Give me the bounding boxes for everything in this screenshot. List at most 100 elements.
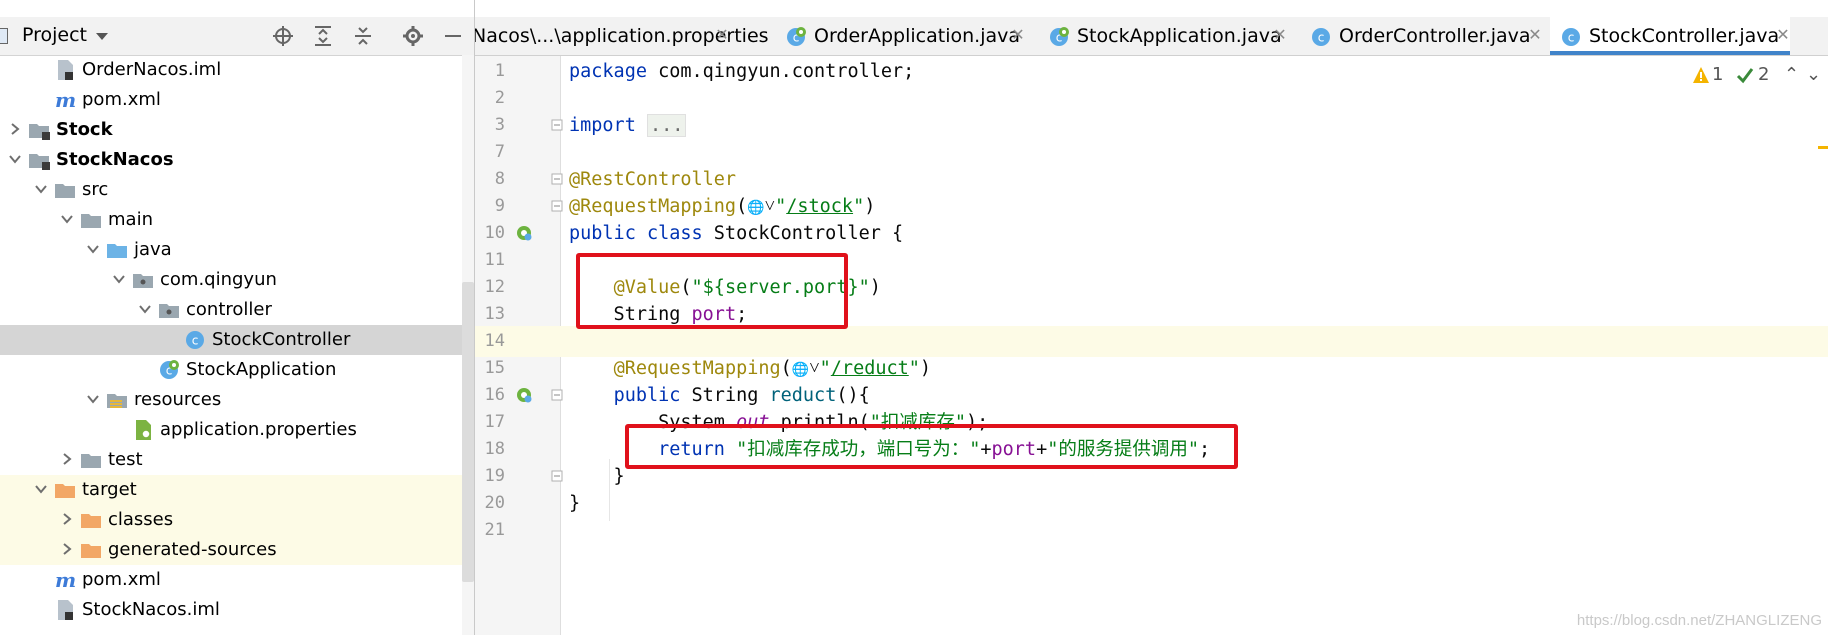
tree-item[interactable]: resources	[0, 385, 474, 415]
code-token: }	[569, 493, 581, 514]
tree-item[interactable]: generated-sources	[0, 535, 474, 565]
iml-file-icon	[58, 60, 73, 80]
chevron-right-icon[interactable]	[60, 452, 74, 466]
fold-marker-icon[interactable]	[551, 389, 563, 401]
chevron-down-icon[interactable]	[60, 212, 74, 226]
editor-tab[interactable]: Nacos\...\application.properties ✕	[475, 17, 769, 55]
code-text: @RestController	[569, 169, 736, 190]
tree-item[interactable]: c StockApplication	[0, 355, 474, 385]
chevron-down-icon[interactable]	[34, 482, 48, 496]
tree-item[interactable]: m pom.xml	[0, 565, 474, 595]
globe-icon[interactable]: 🌐	[792, 362, 809, 378]
line-number: 21	[484, 520, 505, 540]
code-token: package	[569, 61, 647, 82]
fold-marker-icon[interactable]	[551, 119, 563, 131]
code-text: package com.qingyun.controller;	[569, 61, 914, 82]
class-icon: c	[1312, 28, 1330, 46]
tree-item[interactable]: main	[0, 205, 474, 235]
tree-item[interactable]: test	[0, 445, 474, 475]
folder-icon	[81, 214, 101, 228]
code-text: @RequestMapping(🌐˅"/reduct")	[569, 358, 931, 381]
tree-item[interactable]: src	[0, 175, 474, 205]
close-icon[interactable]: ✕	[1775, 27, 1791, 43]
warning-stripe-mark[interactable]	[1818, 146, 1828, 149]
spring-bean-gutter-icon[interactable]	[515, 224, 533, 242]
gear-icon[interactable]	[402, 25, 424, 47]
tree-item-label: java	[134, 239, 172, 260]
editor-tab[interactable]: c StockApplication.java ✕	[1038, 17, 1288, 55]
inspection-widget[interactable]: 1 2 ⌃ ⌄	[1692, 64, 1822, 86]
tree-item[interactable]: Stock	[0, 115, 474, 145]
globe-icon[interactable]: 🌐	[747, 200, 764, 216]
chevron-down-icon[interactable]	[138, 302, 152, 316]
code-line[interactable]: 21	[475, 515, 1828, 546]
code-token: "	[775, 196, 787, 217]
expand-all-icon[interactable]	[312, 25, 334, 47]
chevron-right-icon[interactable]	[8, 122, 22, 136]
editor-tab[interactable]: c OrderController.java ✕	[1300, 17, 1543, 55]
fold-marker-icon[interactable]	[551, 173, 563, 185]
tree-item[interactable]: controller	[0, 295, 474, 325]
tree-item[interactable]: c StockController	[0, 325, 474, 355]
spring-bean-gutter-icon[interactable]	[515, 386, 533, 404]
chevron-down-icon[interactable]	[8, 152, 22, 166]
tree-item[interactable]: m pom.xml	[0, 85, 474, 115]
tree-item[interactable]: application.properties	[0, 415, 474, 445]
chevron-down-icon[interactable]	[86, 392, 100, 406]
project-tool-window: Project OrderNacos.iml m pom.xml Stock Stock…	[0, 0, 475, 635]
value-annotation-highlight-box	[576, 253, 848, 329]
code-token: (){	[836, 385, 870, 406]
chevron-down-icon[interactable]	[96, 33, 108, 40]
chevron-right-icon[interactable]	[60, 512, 74, 526]
line-number: 8	[494, 169, 505, 189]
code-text: public String reduct(){	[569, 385, 870, 406]
warning-icon	[1693, 67, 1709, 83]
locate-file-icon[interactable]	[272, 25, 294, 47]
maven-icon: m	[55, 569, 76, 591]
editor-tab-label: StockApplication.java	[1077, 25, 1282, 47]
collapse-all-icon[interactable]	[352, 25, 374, 47]
close-icon[interactable]: ✕	[714, 27, 730, 43]
chevron-down-icon[interactable]	[34, 182, 48, 196]
fold-marker-icon[interactable]	[551, 470, 563, 482]
code-text: import ...	[569, 114, 687, 137]
chevron-down-icon[interactable]: ⌄	[1806, 64, 1821, 86]
tree-item[interactable]: classes	[0, 505, 474, 535]
tree-scrollbar-thumb[interactable]	[462, 282, 474, 582]
line-number: 18	[484, 439, 505, 459]
close-icon[interactable]: ✕	[1010, 27, 1026, 43]
spring-class-icon: c	[787, 27, 806, 46]
close-icon[interactable]: ✕	[1272, 27, 1288, 43]
tree-item[interactable]: StockNacos.iml	[0, 595, 474, 625]
line-number: 19	[484, 466, 505, 486]
tree-item-label: resources	[134, 389, 222, 410]
chevron-right-icon[interactable]	[60, 542, 74, 556]
chevron-up-icon[interactable]: ⌃	[1784, 64, 1799, 86]
svg-text:m: m	[55, 89, 76, 111]
project-panel-header: Project	[0, 17, 474, 56]
line-number: 13	[484, 304, 505, 324]
editor-tab[interactable]: c OrderApplication.java ✕	[775, 17, 1025, 55]
editor-tab[interactable]: c StockController.java ✕	[1550, 17, 1790, 55]
tree-item-label: OrderNacos.iml	[82, 59, 222, 80]
code-token: "	[819, 358, 831, 379]
folder-icon	[55, 184, 75, 198]
tree-item-label: application.properties	[160, 419, 357, 440]
tree-item[interactable]: target	[0, 475, 474, 505]
chevron-down-icon[interactable]	[112, 272, 126, 286]
line-number: 11	[484, 250, 505, 270]
chevron-down-icon[interactable]	[86, 242, 100, 256]
tree-item-label: StockNacos.iml	[82, 599, 220, 620]
tree-item[interactable]: java	[0, 235, 474, 265]
fold-marker-icon[interactable]	[551, 200, 563, 212]
tree-item-label: StockApplication	[186, 359, 337, 380]
tree-item[interactable]: StockNacos	[0, 145, 474, 175]
code-editor[interactable]: 1 package com.qingyun.controller; 2 3 import…	[475, 56, 1828, 635]
tree-item[interactable]: OrderNacos.iml	[0, 55, 474, 85]
tree-item[interactable]: com.qingyun	[0, 265, 474, 295]
minimize-icon[interactable]	[442, 25, 464, 47]
weak-warning-check-icon	[1736, 68, 1754, 84]
project-view-selector[interactable]: Project	[22, 24, 87, 46]
close-icon[interactable]: ✕	[1527, 27, 1543, 43]
active-tab-indicator	[1550, 51, 1790, 55]
